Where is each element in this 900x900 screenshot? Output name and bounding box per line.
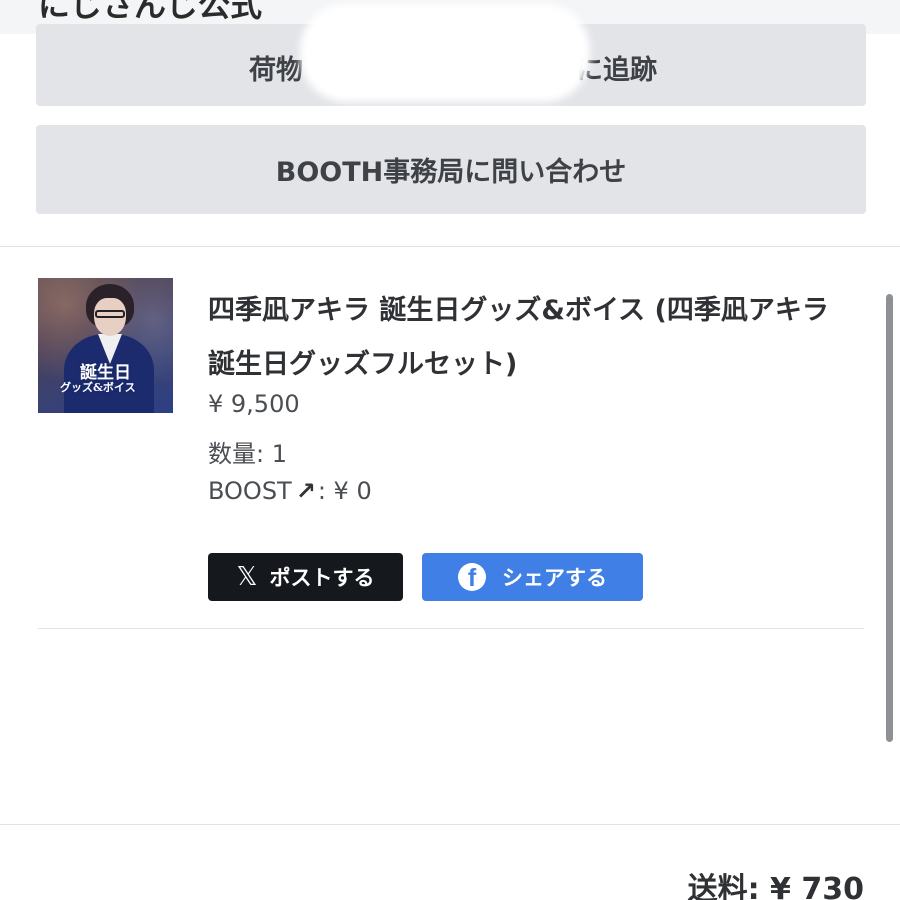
item-boost: BOOST ↗: ¥ 0	[208, 477, 372, 505]
scrollbar[interactable]	[886, 294, 893, 742]
shipping-fee: 送料: ¥ 730	[687, 872, 864, 900]
footer-divider	[0, 824, 900, 825]
contact-booth-button[interactable]: BOOTH事務局に問い合わせ	[36, 125, 866, 214]
boost-value: : ¥ 0	[317, 477, 372, 505]
share-facebook-button[interactable]: f シェアする	[422, 553, 643, 601]
share-x-label: ポストする	[269, 566, 375, 590]
item-quantity: 数量: 1	[208, 440, 287, 468]
contact-button-label: BOOTH事務局に問い合わせ	[275, 157, 627, 188]
facebook-logo-icon: f	[458, 563, 486, 591]
track-button-label-start: 荷物	[249, 55, 303, 86]
thumbnail-text-line2: グッズ&ボイス	[60, 381, 136, 394]
section-divider	[0, 246, 900, 247]
share-facebook-label: シェアする	[502, 566, 607, 590]
item-thumbnail[interactable]: 誕生日 グッズ&ボイス	[38, 278, 173, 413]
redaction-blur	[300, 4, 590, 102]
boost-arrow-icon: ↗	[295, 477, 316, 505]
thumbnail-character-glasses	[95, 310, 125, 318]
boost-label: BOOST	[208, 477, 292, 505]
x-logo-icon: 𝕏	[236, 562, 258, 592]
item-divider	[38, 628, 864, 629]
shop-name[interactable]: にじさんじ公式	[38, 0, 262, 26]
order-detail-page: にじさんじ公式 荷物 に追跡 BOOTH事務局に問い合わせ 誕生日 グッズ&ボイ…	[0, 0, 900, 900]
item-price: ¥ 9,500	[208, 390, 300, 418]
item-title[interactable]: 四季凪アキラ 誕生日グッズ&ボイス (四季凪アキラ 誕生日グッズフルセット)	[208, 284, 848, 392]
share-x-button[interactable]: 𝕏 ポストする	[208, 553, 403, 601]
